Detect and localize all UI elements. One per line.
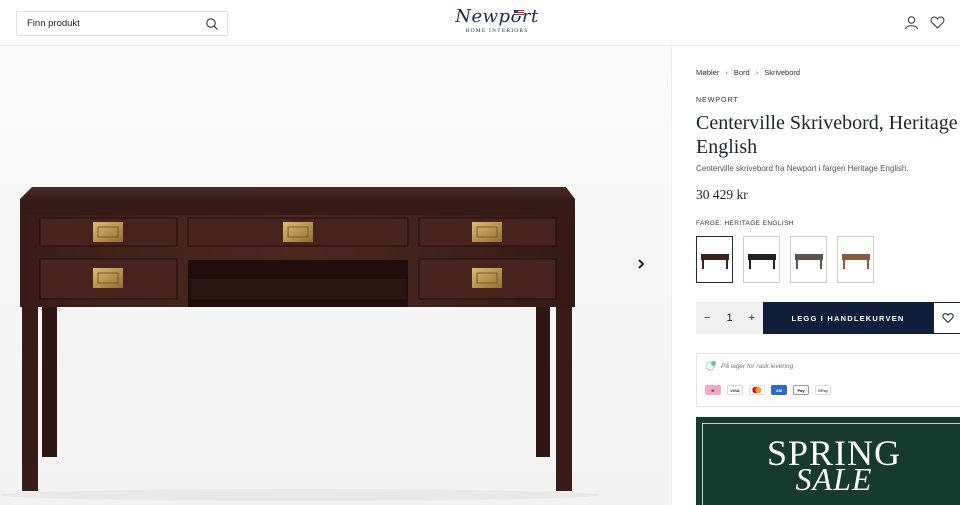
site-logo[interactable]: Newport HOME INTERIORS: [452, 8, 542, 40]
swatch-grey[interactable]: [790, 236, 827, 283]
product-price: 30 429 kr: [696, 187, 748, 202]
quantity-stepper: − 1 +: [696, 302, 763, 334]
klarna-icon: K: [705, 385, 721, 395]
payment-methods: K VISA AM Pay GPay: [705, 385, 831, 395]
product-title: Centerville Skrivebord, Heritage English: [696, 112, 958, 158]
search-input[interactable]: Finn produkt: [16, 11, 228, 36]
wishlist-button[interactable]: [933, 302, 960, 334]
decrease-button[interactable]: −: [704, 312, 710, 324]
increase-button[interactable]: +: [749, 312, 755, 324]
swatch-heritage-english[interactable]: [696, 236, 733, 283]
product-image[interactable]: [0, 47, 670, 505]
swatch-desk-icon: [700, 253, 729, 269]
breadcrumb: Møbler › Bord › Skrivebord: [696, 68, 800, 77]
breadcrumb-item-mobler[interactable]: Møbler: [696, 68, 719, 77]
visa-icon: VISA: [727, 385, 743, 395]
site-header: Finn produkt Newport HOME INTERIORS: [0, 0, 960, 46]
color-swatches: [696, 236, 874, 283]
logo-text: Newport: [455, 6, 539, 27]
product-description: Centerville skrivebord fra Newport i far…: [696, 164, 909, 173]
breadcrumb-item-bord[interactable]: Bord: [734, 68, 750, 77]
logo-subtext: HOME INTERIORS: [465, 28, 529, 34]
apple-pay-icon: Pay: [793, 385, 809, 395]
product-brand[interactable]: NEWPORT: [696, 97, 739, 104]
banner-subtitle: SALE: [795, 461, 873, 497]
chevron-right-icon[interactable]: [632, 255, 650, 273]
search-placeholder: Finn produkt: [27, 18, 80, 29]
google-pay-icon: GPay: [815, 385, 831, 395]
breadcrumb-item-skrivebord[interactable]: Skrivebord: [764, 68, 800, 77]
stock-check-icon: [705, 361, 716, 371]
spring-sale-banner[interactable]: SPRING SALE: [696, 417, 960, 505]
product-details: Møbler › Bord › Skrivebord NEWPORT Cente…: [671, 47, 960, 505]
swatch-desk-icon: [794, 253, 823, 269]
quantity-value[interactable]: 1: [726, 312, 732, 324]
chevron-right-icon: ›: [755, 68, 759, 77]
stock-status: På lager for rask levering: [705, 360, 793, 372]
swatch-desk-icon: [841, 253, 870, 269]
search-icon[interactable]: [205, 17, 219, 31]
stock-info-box: På lager for rask levering K VISA AM Pay…: [696, 353, 960, 407]
user-icon[interactable]: [904, 15, 919, 30]
swatch-brown[interactable]: [837, 236, 874, 283]
mastercard-icon: [749, 385, 765, 395]
amex-icon: AM: [771, 385, 787, 395]
stock-text: På lager for rask levering: [721, 362, 794, 370]
chevron-right-icon: ›: [725, 68, 728, 77]
us-flag-icon: [514, 10, 524, 16]
heart-icon: [942, 313, 954, 324]
swatch-desk-icon: [747, 253, 776, 269]
swatch-black[interactable]: [743, 236, 780, 283]
desk-illustration: [0, 187, 600, 501]
add-to-cart-button[interactable]: LEGG I HANDLEKURVEN: [763, 302, 933, 334]
color-label: FARGE: HERITAGE ENGLISH: [696, 220, 794, 227]
heart-icon[interactable]: [930, 15, 945, 30]
